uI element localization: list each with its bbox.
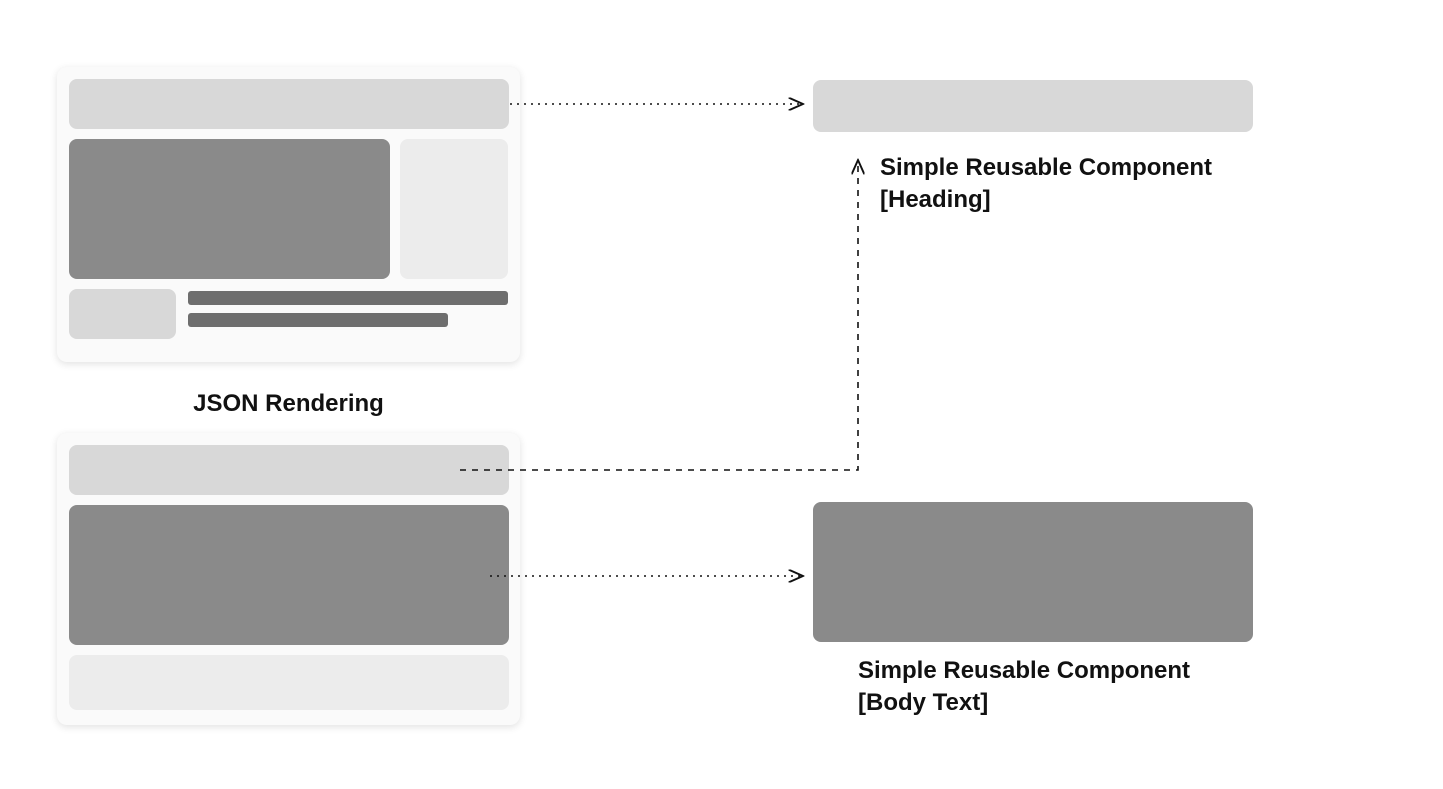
heading-component-block (813, 80, 1253, 132)
main-image-block (69, 139, 390, 279)
text-lines-group (188, 289, 508, 327)
text-line-block (188, 291, 508, 305)
top-layout-wireframe (57, 67, 520, 362)
side-panel-block (400, 139, 508, 279)
footer-bar-block (69, 655, 509, 710)
body-component-label-line1: Simple Reusable Component (858, 657, 1190, 684)
body-component-label: Simple Reusable Component [Body Text] (858, 655, 1190, 720)
diagram-canvas: JSON Rendering Simple Reusable Component… (0, 0, 1443, 789)
heading-bar-block (69, 445, 509, 495)
body-component-label-line2: [Body Text] (858, 689, 988, 716)
body-text-block (69, 505, 509, 645)
heading-component-label: Simple Reusable Component [Heading] (880, 152, 1212, 217)
heading-component-label-line1: Simple Reusable Component (880, 154, 1212, 181)
body-component-block (813, 502, 1253, 642)
bottom-layout-wireframe (57, 433, 520, 725)
thumbnail-block (69, 289, 176, 339)
text-line-block (188, 313, 448, 327)
footer-row (69, 289, 508, 339)
heading-component-label-line2: [Heading] (880, 186, 991, 213)
content-row (69, 139, 508, 279)
json-rendering-label: JSON Rendering (57, 390, 520, 418)
heading-bar-block (69, 79, 509, 129)
